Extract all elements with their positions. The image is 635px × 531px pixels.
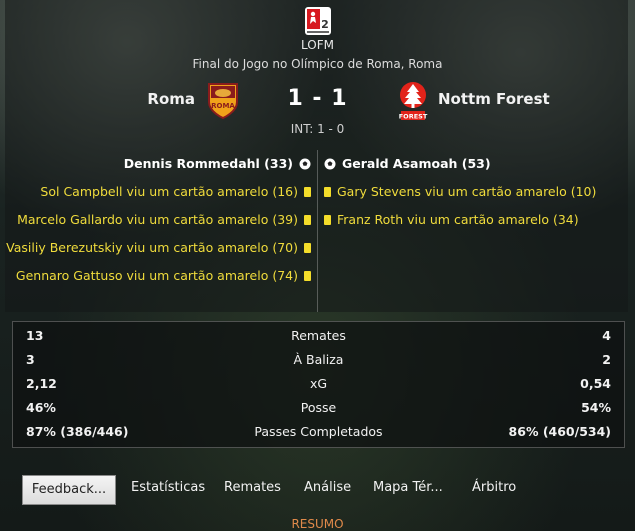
stat-label: xG — [309, 376, 328, 391]
away-goal-event[interactable]: Gerald Asamoah (53) — [324, 150, 596, 178]
events-divider — [317, 150, 318, 312]
tab-mapa-termico[interactable]: Mapa Tér... — [373, 480, 443, 495]
stat-row-a-baliza: 3 À Baliza 2 — [13, 352, 624, 372]
feedback-button[interactable]: Feedback... — [22, 475, 116, 505]
away-card-event[interactable]: Franz Roth viu um cartão amarelo (34) — [324, 206, 596, 234]
football-icon — [299, 158, 311, 170]
stat-row-posse: 46% Posse 54% — [13, 400, 624, 420]
yellow-card-icon — [324, 215, 331, 225]
yellow-card-icon — [324, 187, 331, 197]
home-card-event[interactable]: Gennaro Gattuso viu um cartão amarelo (7… — [6, 262, 311, 290]
stat-label: À Baliza — [293, 352, 344, 367]
stat-row-xg: 2,12 xG 0,54 — [13, 376, 624, 396]
stat-row-passes: 87% (386/446) Passes Completados 86% (46… — [13, 424, 624, 444]
match-stats-panel: 13 Remates 4 3 À Baliza 2 2,12 xG 0,54 4… — [12, 321, 625, 448]
stat-away-value: 2 — [602, 352, 611, 367]
home-card-event[interactable]: Vasiliy Berezutskiy viu um cartão amarel… — [6, 234, 311, 262]
nottm-forest-crest-icon[interactable]: FOREST — [397, 80, 429, 122]
yellow-card-icon — [304, 215, 311, 225]
halftime-score: INT: 1 - 0 — [290, 122, 345, 136]
bundesliga-2-icon: 2 — [305, 7, 331, 35]
yellow-card-icon — [304, 187, 311, 197]
stat-row-remates: 13 Remates 4 — [13, 328, 624, 348]
match-venue-subtitle: Final do Jogo no Olímpico de Roma, Roma — [192, 57, 443, 71]
svg-text:FOREST: FOREST — [399, 113, 428, 121]
stat-away-value: 54% — [581, 400, 611, 415]
event-text: Dennis Rommedahl (33) — [123, 156, 293, 171]
stat-away-value: 4 — [602, 328, 611, 343]
home-events-list: Dennis Rommedahl (33) Sol Campbell viu u… — [6, 150, 311, 290]
event-text: Gary Stevens viu um cartão amarelo (10) — [337, 184, 597, 199]
svg-text:2: 2 — [321, 18, 329, 31]
yellow-card-icon — [304, 243, 311, 253]
home-card-event[interactable]: Sol Campbell viu um cartão amarelo (16) — [6, 178, 311, 206]
away-card-event[interactable]: Gary Stevens viu um cartão amarelo (10) — [324, 178, 596, 206]
event-text: Marcelo Gallardo viu um cartão amarelo (… — [17, 212, 298, 227]
stat-label: Remates — [291, 328, 346, 343]
tab-analise[interactable]: Análise — [304, 480, 351, 495]
event-text: Gerald Asamoah (53) — [342, 156, 491, 171]
home-card-event[interactable]: Marcelo Gallardo viu um cartão amarelo (… — [6, 206, 311, 234]
competition-name: LOFM — [301, 38, 334, 52]
stat-label: Posse — [300, 400, 337, 415]
event-text: Vasiliy Berezutskiy viu um cartão amarel… — [6, 240, 298, 255]
event-text: Sol Campbell viu um cartão amarelo (16) — [40, 184, 298, 199]
event-text: Gennaro Gattuso viu um cartão amarelo (7… — [15, 268, 298, 283]
away-team-name[interactable]: Nottm Forest — [438, 90, 550, 108]
tab-estatisticas[interactable]: Estatísticas — [131, 480, 205, 495]
stat-away-value: 86% (460/534) — [508, 424, 611, 439]
match-tabs-bar: Feedback... Estatísticas Remates Análise… — [12, 470, 623, 510]
tab-remates[interactable]: Remates — [224, 480, 281, 495]
home-goal-event[interactable]: Dennis Rommedahl (33) — [6, 150, 311, 178]
yellow-card-icon — [304, 271, 311, 281]
tab-resumo[interactable]: RESUMO — [0, 517, 635, 531]
tab-arbitro[interactable]: Árbitro — [472, 480, 516, 495]
stat-away-value: 0,54 — [580, 376, 611, 391]
football-icon — [324, 158, 336, 170]
event-text: Franz Roth viu um cartão amarelo (34) — [337, 212, 579, 227]
away-events-list: Gerald Asamoah (53) Gary Stevens viu um … — [324, 150, 596, 234]
